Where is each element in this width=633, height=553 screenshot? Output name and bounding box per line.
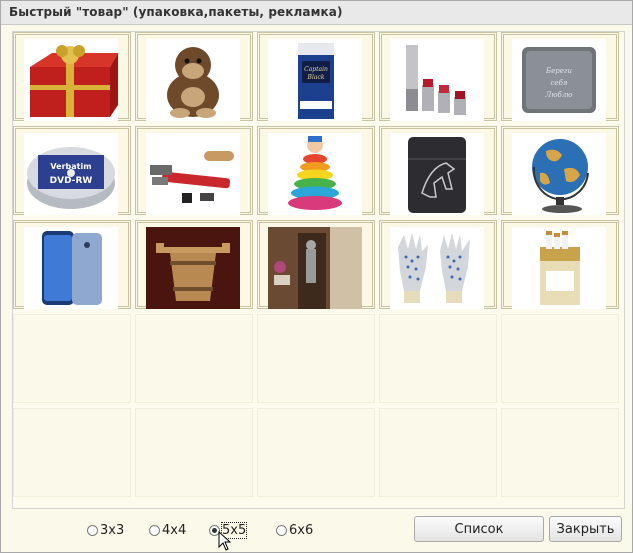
lipsticks-image (390, 39, 484, 121)
radio-circle-icon (149, 524, 160, 536)
radio-label: 6x6 (289, 522, 314, 538)
radio-4x4[interactable]: 4x4 (149, 522, 186, 538)
empty-grid-cell[interactable] (501, 408, 619, 497)
quick-product-dialog: Быстрый "товар" (упаковка,пакеты, реклам… (0, 0, 633, 553)
engraved-lighter-image: Береги себя Люблю (512, 39, 606, 121)
grid-cell[interactable]: Captain Black (257, 32, 375, 121)
close-button[interactable]: Закрыть (549, 516, 622, 542)
empty-grid-cell[interactable] (501, 314, 619, 403)
horse-lighter-image (390, 133, 484, 215)
smartphone-image (24, 227, 118, 309)
radio-6x6[interactable]: 6x6 (276, 522, 313, 538)
svg-text:DVD-RW: DVD-RW (50, 176, 93, 186)
wooden-bucket-image (146, 227, 240, 309)
empty-grid-cell[interactable] (13, 314, 131, 403)
svg-text:Люблю: Люблю (545, 91, 573, 99)
svg-text:себя: себя (551, 79, 568, 87)
plush-monkey-image (146, 39, 240, 121)
svg-text:Captain: Captain (304, 66, 328, 73)
empty-grid-cell[interactable] (379, 408, 497, 497)
pipe-wrench-image (146, 133, 240, 215)
radio-3x3[interactable]: 3x3 (87, 522, 124, 538)
room-interior-image (268, 227, 362, 309)
radio-circle-icon (87, 524, 98, 536)
grid-cell[interactable]: Verbatim DVD-RW (13, 126, 131, 215)
gift-box-image (24, 39, 118, 121)
grid-cell[interactable] (135, 220, 253, 309)
empty-grid-cell[interactable] (135, 408, 253, 497)
empty-grid-cell[interactable] (135, 314, 253, 403)
window-title: Быстрый "товар" (упаковка,пакеты, реклам… (9, 5, 343, 19)
dotted-gloves-image (390, 227, 484, 309)
footer-bar: 3x3 4x4 5x5 6x6 Список Закрыть (1, 511, 632, 552)
title-bar: Быстрый "товар" (упаковка,пакеты, реклам… (1, 1, 632, 25)
radio-circle-icon (276, 524, 287, 536)
mouse-pointer-icon (218, 531, 232, 551)
grid-cell[interactable] (135, 32, 253, 121)
globe-image (512, 133, 606, 215)
grid-cell[interactable] (257, 220, 375, 309)
svg-text:Береги: Береги (545, 67, 572, 75)
product-grid: Captain Black Береги себя Люблю Verbatim… (12, 31, 625, 509)
grid-cell[interactable] (13, 32, 131, 121)
empty-grid-cell[interactable] (379, 314, 497, 403)
empty-grid-cell[interactable] (257, 314, 375, 403)
empty-grid-cell[interactable] (257, 408, 375, 497)
grid-cell[interactable] (379, 126, 497, 215)
empty-grid-cell[interactable] (13, 408, 131, 497)
radio-label: 4x4 (162, 522, 187, 538)
stacking-toy-image (268, 133, 362, 215)
grid-cell[interactable] (135, 126, 253, 215)
list-button[interactable]: Список (414, 516, 544, 542)
grid-cell[interactable] (379, 32, 497, 121)
radio-label: 3x3 (100, 522, 125, 538)
cigarettes-pack-image (512, 227, 606, 309)
grid-cell[interactable]: Береги себя Люблю (501, 32, 619, 121)
dvd-spindle-image: Verbatim DVD-RW (24, 133, 118, 215)
grid-cell[interactable] (379, 220, 497, 309)
grid-cell[interactable] (501, 126, 619, 215)
cigarette-pack-image: Captain Black (268, 39, 362, 121)
grid-cell[interactable] (257, 126, 375, 215)
svg-text:Black: Black (307, 74, 325, 81)
grid-cell[interactable] (13, 220, 131, 309)
grid-cell[interactable] (501, 220, 619, 309)
